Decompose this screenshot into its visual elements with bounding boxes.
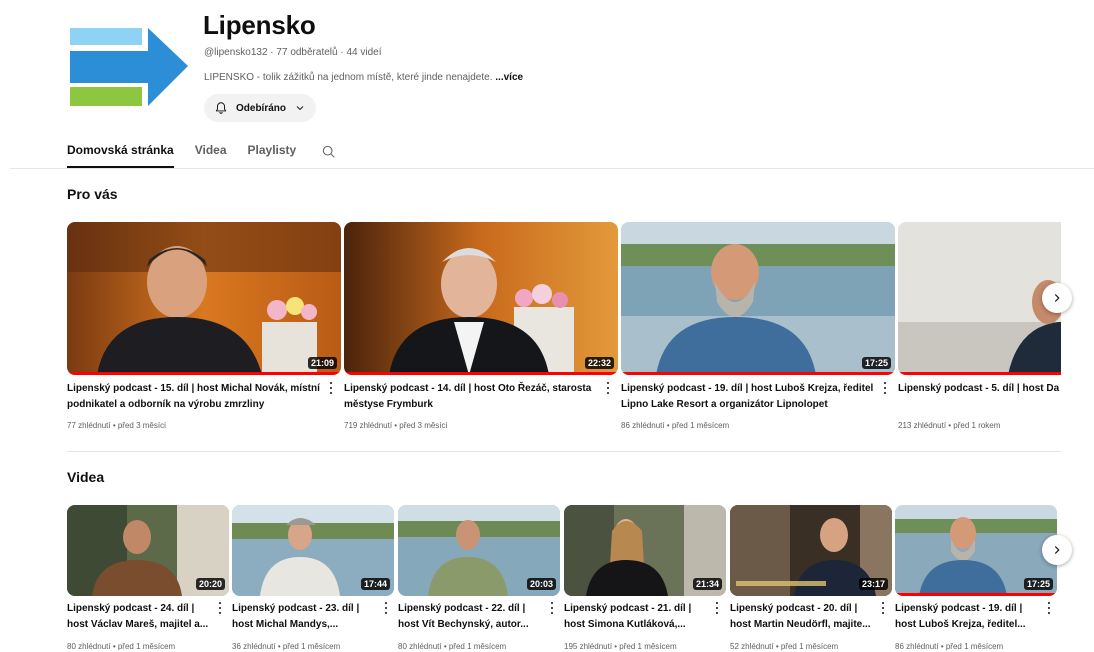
duration-badge: 17:44 <box>360 578 390 590</box>
channel-tabs: Domovská stránka Videa Playlisty <box>67 143 337 168</box>
video-title[interactable]: Lipenský podcast - 21. díl | host Simona… <box>564 601 714 633</box>
video-thumbnail[interactable]: 21:09 <box>67 222 341 375</box>
row-clip <box>1061 222 1094 422</box>
search-icon[interactable] <box>321 144 337 160</box>
next-button[interactable] <box>1042 535 1072 565</box>
thumbnail-image <box>67 222 341 375</box>
video-title[interactable]: Lipenský podcast - 19. díl | host Luboš … <box>895 601 1045 633</box>
video-title[interactable]: Lipenský podcast - 22. díl | host Vít Be… <box>398 601 548 633</box>
duration-badge: 20:20 <box>195 578 225 590</box>
section-divider <box>67 451 1061 452</box>
duration-badge: 21:09 <box>307 357 337 369</box>
tab-playlists[interactable]: Playlisty <box>248 143 297 167</box>
chevron-right-icon <box>1054 546 1060 554</box>
video-thumbnail[interactable]: 21:34 <box>564 505 726 596</box>
duration-badge: 23:17 <box>858 578 888 590</box>
watch-progress <box>67 372 341 375</box>
tabs-divider <box>10 168 1094 169</box>
section-title-for-you: Pro vás <box>67 186 118 202</box>
video-thumbnail[interactable]: 22:32 <box>344 222 618 375</box>
video-meta: 36 zhlédnutí • před 1 měsícem <box>232 642 341 651</box>
video-meta: 77 zhlédnutí • před 3 měsíci <box>67 421 166 430</box>
video-title[interactable]: Lipenský podcast - 23. díl | host Michal… <box>232 601 382 633</box>
video-meta: 52 zhlédnutí • před 1 měsícem <box>730 642 839 651</box>
video-thumbnail[interactable]: 20:03 <box>398 505 560 596</box>
more-vert-icon[interactable] <box>216 601 224 615</box>
video-meta: 80 zhlédnutí • před 1 měsícem <box>67 642 176 651</box>
tab-home[interactable]: Domovská stránka <box>67 143 174 168</box>
bell-icon <box>215 102 227 114</box>
video-thumbnail[interactable]: 23:17 <box>730 505 892 596</box>
more-vert-icon[interactable] <box>604 381 612 395</box>
next-button[interactable] <box>1042 283 1072 313</box>
video-meta: 195 zhlédnutí • před 1 měsícem <box>564 642 677 651</box>
channel-meta: @lipensko132 · 77 odběratelů · 44 videí <box>204 47 382 58</box>
video-meta: 80 zhlédnutí • před 1 měsícem <box>398 642 507 651</box>
video-title[interactable]: Lipenský podcast - 24. díl | host Václav… <box>67 601 217 633</box>
video-meta: 86 zhlédnutí • před 1 měsícem <box>895 642 1004 651</box>
video-thumbnail[interactable]: 17:25 <box>621 222 895 375</box>
more-vert-icon[interactable] <box>548 601 556 615</box>
chevron-right-icon <box>1054 294 1060 302</box>
more-vert-icon[interactable] <box>879 601 887 615</box>
duration-badge: 17:25 <box>861 357 891 369</box>
subscribed-button[interactable]: Odebíráno <box>204 94 316 122</box>
watch-progress <box>895 593 1057 596</box>
more-vert-icon[interactable] <box>382 601 390 615</box>
video-meta: 213 zhlédnutí • před 1 rokem <box>898 421 1001 430</box>
duration-badge: 22:32 <box>584 357 614 369</box>
channel-description[interactable]: LIPENSKO - tolik zážitků na jednom místě… <box>204 72 523 83</box>
more-vert-icon[interactable] <box>327 381 335 395</box>
video-meta: 86 zhlédnutí • před 1 měsícem <box>621 421 730 430</box>
subscribed-label: Odebíráno <box>236 102 287 114</box>
video-thumbnail[interactable]: 20:20 <box>67 505 229 596</box>
watch-progress <box>621 372 895 375</box>
chevron-down-icon <box>296 106 304 111</box>
thumbnail-image <box>621 222 895 375</box>
video-title[interactable]: Lipenský podcast - 20. díl | host Martin… <box>730 601 880 633</box>
video-meta: 719 zhlédnutí • před 3 měsíci <box>344 421 448 430</box>
video-thumbnail[interactable]: 17:44 <box>232 505 394 596</box>
channel-avatar[interactable] <box>70 28 188 106</box>
channel-description-text: LIPENSKO - tolik zážitků na jednom místě… <box>204 72 493 83</box>
duration-badge: 21:34 <box>692 578 722 590</box>
more-link[interactable]: ...více <box>495 72 523 83</box>
duration-badge: 17:25 <box>1023 578 1053 590</box>
video-title[interactable]: Lipenský podcast - 14. díl | host Oto Ře… <box>344 381 602 413</box>
more-vert-icon[interactable] <box>1045 601 1053 615</box>
video-title[interactable]: Lipenský podcast - 15. díl | host Michal… <box>67 381 325 413</box>
channel-name: Lipensko <box>203 10 316 40</box>
watch-progress <box>344 372 618 375</box>
video-title[interactable]: Lipenský podcast - 19. díl | host Luboš … <box>621 381 879 413</box>
duration-badge: 20:03 <box>526 578 556 590</box>
tab-videos[interactable]: Videa <box>195 143 227 167</box>
more-vert-icon[interactable] <box>713 601 721 615</box>
section-title-videos: Videa <box>67 469 105 485</box>
thumbnail-image <box>344 222 618 375</box>
video-thumbnail[interactable]: 17:25 <box>895 505 1057 596</box>
more-vert-icon[interactable] <box>881 381 889 395</box>
